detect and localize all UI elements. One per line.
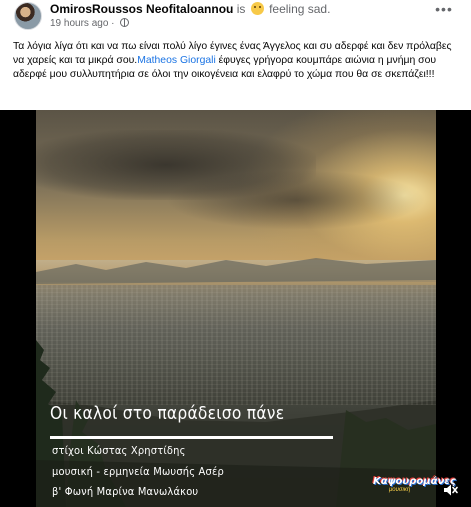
meta-separator: ·	[111, 18, 115, 29]
cloud	[166, 170, 426, 230]
credit-music: μουσική - ερμηνεία Μωυσής Ασέρ	[52, 465, 224, 478]
post-header: OmirosRoussos Neofitaloannou is feeling …	[0, 0, 471, 34]
author-avatar[interactable]	[14, 2, 42, 30]
author-line: OmirosRoussos Neofitaloannou is feeling …	[50, 2, 330, 17]
feeling-prefix: is	[236, 2, 246, 16]
song-title: Οι καλοί στο παράδεισο πάνε	[50, 403, 285, 424]
post-timestamp[interactable]: 19 hours ago	[50, 18, 108, 29]
post-meta: 19 hours ago ·	[50, 17, 130, 30]
volume-muted-icon[interactable]	[442, 482, 458, 498]
title-underline	[50, 436, 333, 439]
credit-voice: β' Φωνή Μαρίνα Μανωλάκου	[52, 485, 199, 498]
mention-link[interactable]: Matheos Giorgali	[137, 55, 216, 66]
feeling-text: feeling sad.	[269, 2, 331, 16]
post-text: Τα λόγια λίγα ότι και να πω είναι πολύ λ…	[13, 40, 461, 82]
channel-logo: Καψουρομάνες μουσική	[373, 476, 456, 498]
author-name[interactable]: OmirosRoussos Neofitaloannou	[50, 2, 233, 16]
credit-lyrics: στίχοι Κώστας Χρηστίδης	[52, 444, 186, 457]
sad-face-icon	[250, 2, 264, 15]
logo-subtext: μουσική	[389, 487, 411, 493]
video-player[interactable]: Οι καλοί στο παράδεισο πάνε στίχοι Κώστα…	[0, 110, 471, 507]
globe-icon	[120, 18, 130, 27]
more-options-button[interactable]: •••	[433, 2, 455, 18]
